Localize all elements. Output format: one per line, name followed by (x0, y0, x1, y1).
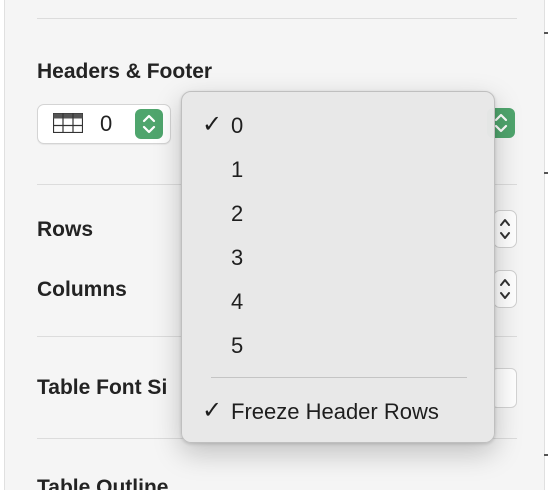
columns-label: Columns (37, 278, 127, 301)
checkmark-icon: ✓ (202, 111, 223, 138)
edge-mark (544, 454, 548, 456)
freeze-header-rows-label: Freeze Header Rows (231, 399, 439, 424)
header-rows-popup[interactable]: 0 (37, 104, 171, 144)
header-rows-stepper[interactable] (135, 109, 163, 139)
menu-item-label: 3 (231, 245, 244, 270)
menu-item-1[interactable]: 1 (190, 149, 486, 189)
table-outline-label: Table Outline (37, 476, 169, 490)
up-down-chevron-icon (500, 279, 510, 299)
header-rows-menu: ✓ 0 1 2 3 4 5 ✓ Freeze Header Rows (181, 91, 495, 443)
rows-stepper[interactable] (493, 210, 517, 248)
menu-item-4[interactable]: 4 (190, 281, 486, 321)
headers-footer-label: Headers & Footer (37, 60, 213, 83)
menu-item-3[interactable]: 3 (190, 237, 486, 277)
table-grid-icon (52, 112, 84, 134)
menu-item-label: 1 (231, 157, 244, 182)
menu-item-0[interactable]: ✓ 0 (190, 105, 486, 145)
menu-item-label: 0 (231, 113, 244, 138)
up-down-chevron-icon (500, 219, 510, 239)
edge-mark (544, 32, 548, 34)
edge-mark (544, 172, 548, 174)
rows-label: Rows (37, 218, 94, 241)
columns-stepper[interactable] (493, 270, 517, 308)
up-down-chevron-icon (494, 113, 508, 133)
menu-item-label: 2 (231, 201, 244, 226)
table-font-size-label: Table Font Si (37, 376, 168, 399)
menu-item-5[interactable]: 5 (190, 325, 486, 365)
menu-item-2[interactable]: 2 (190, 193, 486, 233)
freeze-header-rows-item[interactable]: ✓ Freeze Header Rows (190, 391, 486, 431)
menu-item-label: 5 (231, 333, 244, 358)
up-down-chevron-icon (142, 114, 156, 134)
checkmark-icon: ✓ (202, 397, 223, 424)
menu-item-label: 4 (231, 289, 244, 314)
menu-separator (211, 377, 467, 378)
header-rows-value: 0 (100, 111, 113, 136)
section-divider (37, 18, 517, 19)
